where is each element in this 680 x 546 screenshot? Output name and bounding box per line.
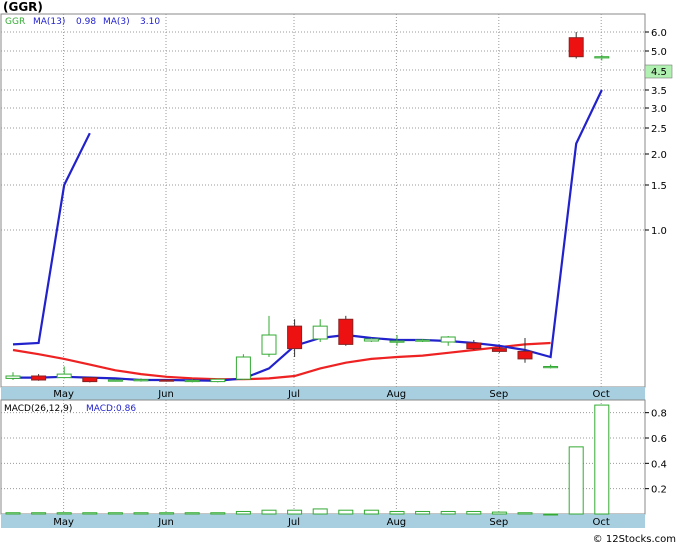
macd-bar [184, 512, 200, 515]
macd-legend-value: MACD:0.86 [86, 404, 136, 414]
macd-bar [363, 509, 379, 515]
macd-bar [210, 512, 226, 515]
macd-panel [0, 399, 646, 515]
macd-bar [5, 512, 21, 515]
candle-down [159, 379, 175, 382]
macd-x-tick-label: Oct [593, 517, 610, 528]
macd-x-tick-label: Sep [489, 517, 508, 528]
macd-bar [440, 510, 456, 515]
macd-bar [312, 508, 328, 515]
candle-down [287, 325, 303, 350]
macd-bar [491, 511, 507, 515]
macd-bar [159, 512, 175, 515]
candle-up [312, 325, 328, 340]
candle-up [543, 366, 559, 369]
y-tick-label: 2.5 [651, 124, 667, 135]
macd-legend-label: MACD(26,12,9) [4, 404, 72, 414]
macd-bar [568, 446, 584, 515]
macd-bar [133, 512, 149, 515]
y-tick-label: 1.5 [651, 181, 667, 192]
macd-bar [287, 509, 303, 515]
macd-bar [31, 512, 47, 515]
last-price-label: 4.5 [651, 67, 667, 78]
candle-down [338, 318, 354, 345]
macd-x-tick-label: May [53, 517, 74, 528]
copyright-text: © 12Stocks.com [592, 534, 676, 545]
candle-up [415, 339, 431, 342]
candle-up [210, 378, 226, 383]
macd-bar [594, 404, 610, 515]
macd-x-tick-label: Jul [287, 517, 300, 528]
macd-x-tick-label: Jun [157, 517, 174, 528]
legend-ma3-value: 3.10 [140, 17, 160, 27]
candle-up [594, 56, 610, 59]
macd-y-tick-label: 0.2 [651, 485, 667, 496]
candle-down [82, 377, 98, 383]
x-tick-label: Aug [387, 389, 407, 400]
y-tick-label: 5.0 [651, 47, 667, 58]
candle-down [568, 37, 584, 58]
legend-ma13-label: MA(13) [33, 17, 65, 27]
price-x-axis-band [1, 387, 645, 400]
macd-bar [235, 510, 251, 515]
x-tick-label: Sep [489, 389, 508, 400]
legend-ma13-value: 0.98 [76, 17, 96, 27]
macd-bar [82, 512, 98, 515]
x-tick-label: Jul [287, 389, 300, 400]
macd-bar [543, 513, 559, 516]
macd-y-tick-label: 0.6 [651, 434, 667, 445]
y-tick-label: 1.0 [651, 226, 667, 237]
macd-y-tick-label: 0.4 [651, 459, 667, 470]
x-tick-label: Jun [157, 389, 174, 400]
x-tick-label: May [53, 389, 74, 400]
candle-up [133, 379, 149, 382]
macd-bar [261, 509, 277, 515]
candle-up [184, 379, 200, 383]
candle-up [235, 356, 251, 380]
macd-y-tick-label: 0.8 [651, 409, 667, 420]
candle-up [107, 379, 123, 382]
candle-down [31, 375, 47, 381]
macd-bar [56, 512, 72, 515]
macd-x-tick-label: Aug [387, 517, 407, 528]
legend-ma3-label: MA(3) [103, 17, 130, 27]
stock-chart: May May Jun Jun Jul Jul Aug Aug Sep Sep Oct Oct 6.0 5… [0, 13, 673, 528]
candle-up [440, 336, 456, 343]
y-tick-label: 2.0 [651, 150, 667, 161]
macd-bar [338, 509, 354, 515]
macd-bar [466, 510, 482, 515]
y-tick-label: 6.0 [651, 28, 667, 39]
macd-bar [415, 510, 431, 515]
x-tick-label: Oct [593, 389, 610, 400]
y-tick-label: 3.0 [651, 104, 667, 115]
candle-down [491, 348, 507, 352]
candle-up [389, 340, 405, 343]
legend-ticker: GGR [5, 17, 25, 27]
y-tick-label: 3.5 [651, 86, 667, 97]
candle-up [56, 373, 72, 379]
candle-up [5, 375, 21, 379]
macd-bar [517, 512, 533, 515]
macd-x-axis-band [1, 514, 645, 528]
candle-up [363, 338, 379, 342]
candle-down [466, 342, 482, 350]
candle-down [517, 350, 533, 360]
macd-bar [107, 512, 123, 515]
macd-bar [389, 510, 405, 515]
candle-up [261, 334, 277, 355]
